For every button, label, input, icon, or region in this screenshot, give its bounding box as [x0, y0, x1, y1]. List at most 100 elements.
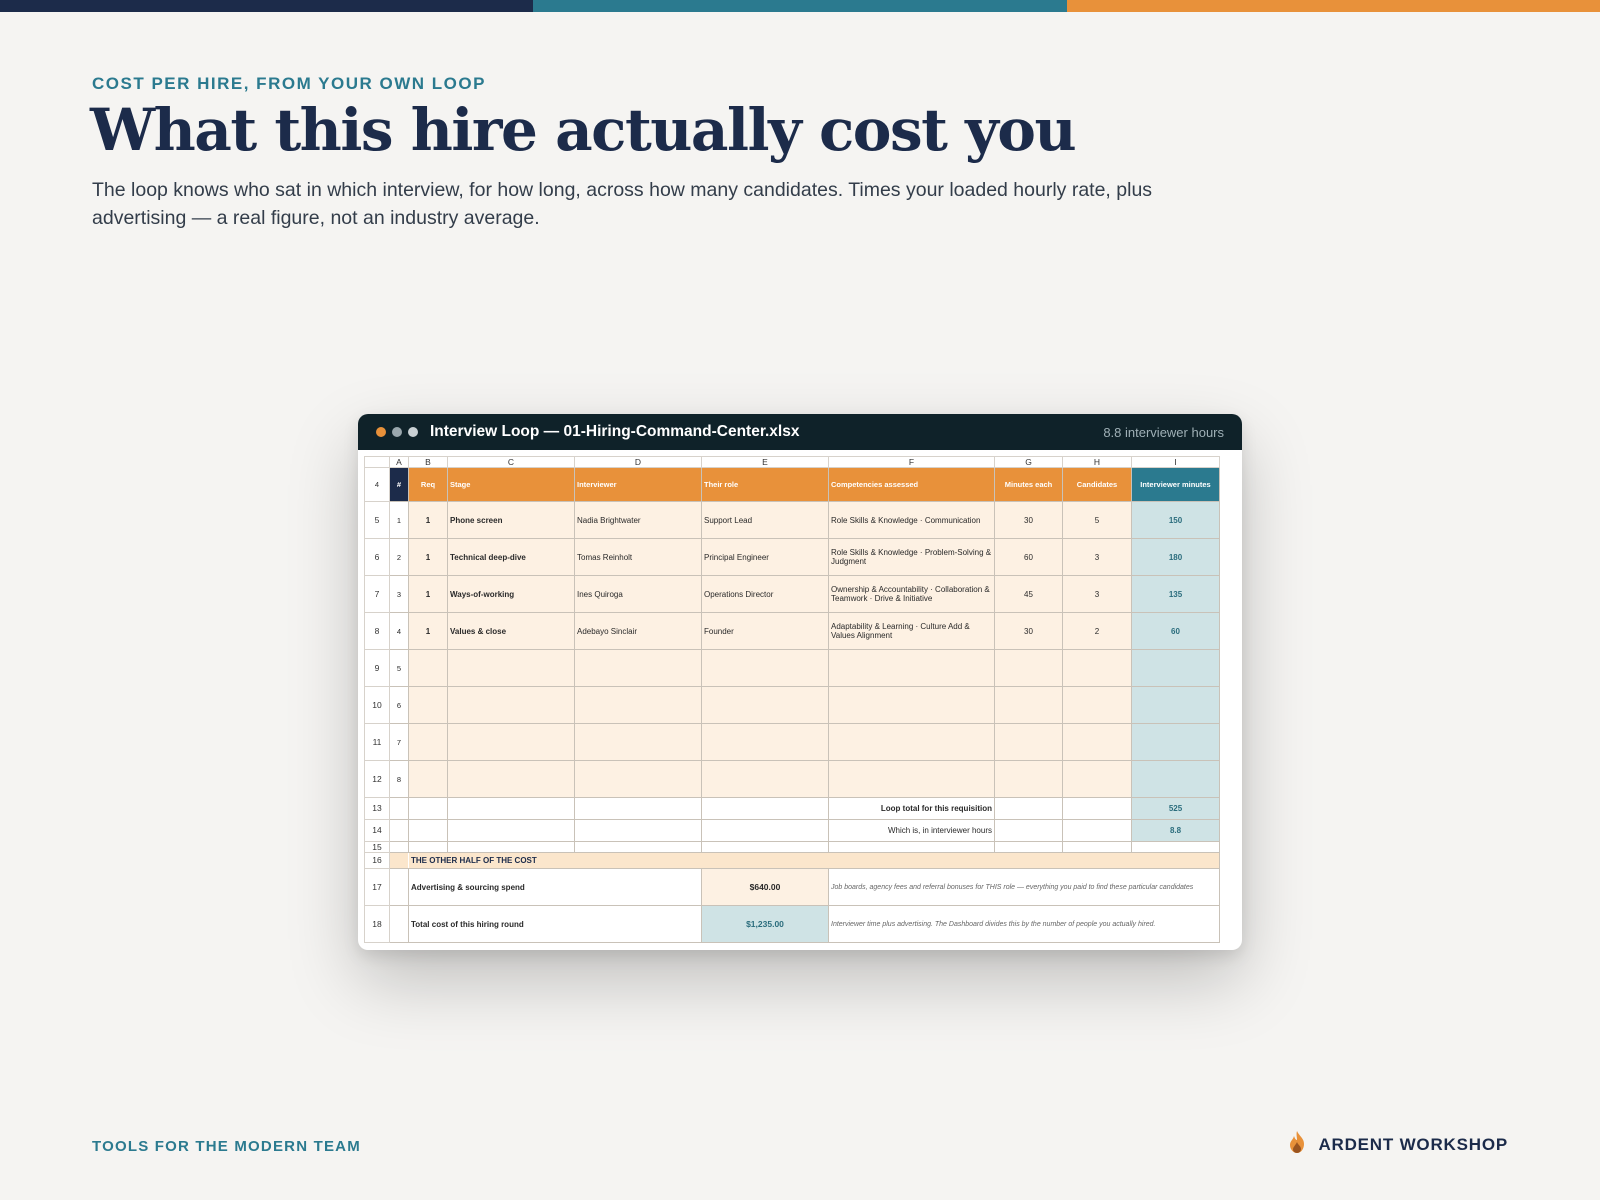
header-candidates[interactable]: Candidates [1062, 467, 1132, 502]
competencies-cell[interactable] [828, 760, 995, 798]
section-title[interactable]: THE OTHER HALF OF THE COST [408, 852, 1220, 869]
competencies-cell[interactable] [828, 649, 995, 687]
row-index[interactable]: 3 [389, 575, 409, 613]
minutes-each-cell[interactable]: 30 [994, 612, 1063, 650]
row-index[interactable]: 1 [389, 501, 409, 539]
stage-cell[interactable] [447, 760, 575, 798]
total-cost-note[interactable]: Interviewer time plus advertising. The D… [828, 905, 1220, 943]
total-cost-label[interactable]: Total cost of this hiring round [408, 905, 702, 943]
header-idx[interactable]: # [389, 467, 409, 502]
stage-cell[interactable] [447, 649, 575, 687]
cell[interactable] [1062, 797, 1132, 820]
cell[interactable] [389, 905, 409, 943]
cell[interactable] [1131, 841, 1220, 853]
hours-value[interactable]: 8.8 [1131, 819, 1220, 842]
candidates-cell[interactable] [1062, 760, 1132, 798]
header-role[interactable]: Their role [701, 467, 829, 502]
interviewer-cell[interactable] [574, 723, 702, 761]
row-number[interactable]: 16 [364, 852, 390, 869]
candidates-cell[interactable] [1062, 723, 1132, 761]
cell[interactable] [1062, 819, 1132, 842]
interviewer-cell[interactable]: Tomas Reinholt [574, 538, 702, 576]
row-number[interactable]: 14 [364, 819, 390, 842]
stage-cell[interactable]: Phone screen [447, 501, 575, 539]
col-letter-i[interactable]: I [1131, 456, 1220, 468]
interviewer-cell[interactable] [574, 649, 702, 687]
row-index[interactable]: 5 [389, 649, 409, 687]
cell[interactable] [701, 797, 829, 820]
stage-cell[interactable]: Ways-of-working [447, 575, 575, 613]
cell[interactable] [828, 841, 995, 853]
req-cell[interactable] [408, 723, 448, 761]
cell[interactable] [1062, 841, 1132, 853]
cell[interactable] [701, 819, 829, 842]
competencies-cell[interactable] [828, 723, 995, 761]
req-cell[interactable] [408, 760, 448, 798]
req-cell[interactable] [408, 686, 448, 724]
req-cell[interactable]: 1 [408, 575, 448, 613]
minutes-each-cell[interactable]: 60 [994, 538, 1063, 576]
advertising-note[interactable]: Job boards, agency fees and referral bon… [828, 868, 1220, 906]
interviewer-cell[interactable]: Ines Quiroga [574, 575, 702, 613]
minutes-each-cell[interactable] [994, 686, 1063, 724]
close-dot-icon[interactable] [376, 427, 386, 437]
col-letter-h[interactable]: H [1062, 456, 1132, 468]
col-letter-b[interactable]: B [408, 456, 448, 468]
role-cell[interactable] [701, 686, 829, 724]
row-index[interactable]: 6 [389, 686, 409, 724]
row-number[interactable]: 5 [364, 501, 390, 539]
header-minutes-each[interactable]: Minutes each [994, 467, 1063, 502]
cell[interactable] [447, 819, 575, 842]
role-cell[interactable] [701, 760, 829, 798]
col-letter-c[interactable]: C [447, 456, 575, 468]
col-letter-a[interactable]: A [389, 456, 409, 468]
candidates-cell[interactable]: 2 [1062, 612, 1132, 650]
row-index[interactable]: 7 [389, 723, 409, 761]
advertising-value[interactable]: $640.00 [701, 868, 829, 906]
req-cell[interactable]: 1 [408, 538, 448, 576]
role-cell[interactable]: Support Lead [701, 501, 829, 539]
cell[interactable] [447, 841, 575, 853]
row-number[interactable]: 6 [364, 538, 390, 576]
row-index[interactable]: 4 [389, 612, 409, 650]
cell[interactable] [389, 819, 409, 842]
cell[interactable] [994, 819, 1063, 842]
col-letter-f[interactable]: F [828, 456, 995, 468]
cell[interactable] [994, 841, 1063, 853]
cell[interactable] [574, 819, 702, 842]
interviewer-cell[interactable] [574, 686, 702, 724]
header-interviewer[interactable]: Interviewer [574, 467, 702, 502]
candidates-cell[interactable] [1062, 649, 1132, 687]
minutes-each-cell[interactable]: 45 [994, 575, 1063, 613]
role-cell[interactable]: Operations Director [701, 575, 829, 613]
interviewer-minutes-cell[interactable] [1131, 723, 1220, 761]
advertising-label[interactable]: Advertising & sourcing spend [408, 868, 702, 906]
cell[interactable] [408, 797, 448, 820]
req-cell[interactable] [408, 649, 448, 687]
loop-total-value[interactable]: 525 [1131, 797, 1220, 820]
row-number[interactable]: 11 [364, 723, 390, 761]
cell[interactable] [408, 819, 448, 842]
interviewer-cell[interactable]: Adebayo Sinclair [574, 612, 702, 650]
total-cost-value[interactable]: $1,235.00 [701, 905, 829, 943]
minimize-dot-icon[interactable] [392, 427, 402, 437]
hours-label[interactable]: Which is, in interviewer hours [828, 819, 995, 842]
competencies-cell[interactable]: Ownership & Accountability · Collaborati… [828, 575, 995, 613]
stage-cell[interactable]: Technical deep-dive [447, 538, 575, 576]
interviewer-cell[interactable]: Nadia Brightwater [574, 501, 702, 539]
req-cell[interactable]: 1 [408, 612, 448, 650]
header-req[interactable]: Req [408, 467, 448, 502]
header-interviewer-minutes[interactable]: Interviewer minutes [1131, 467, 1220, 502]
minutes-each-cell[interactable] [994, 723, 1063, 761]
competencies-cell[interactable]: Adaptability & Learning · Culture Add & … [828, 612, 995, 650]
cell[interactable] [389, 868, 409, 906]
col-letter-g[interactable]: G [994, 456, 1063, 468]
competencies-cell[interactable] [828, 686, 995, 724]
minutes-each-cell[interactable] [994, 760, 1063, 798]
role-cell[interactable]: Principal Engineer [701, 538, 829, 576]
header-competencies[interactable]: Competencies assessed [828, 467, 995, 502]
candidates-cell[interactable]: 5 [1062, 501, 1132, 539]
role-cell[interactable] [701, 723, 829, 761]
cell[interactable] [574, 841, 702, 853]
candidates-cell[interactable]: 3 [1062, 538, 1132, 576]
